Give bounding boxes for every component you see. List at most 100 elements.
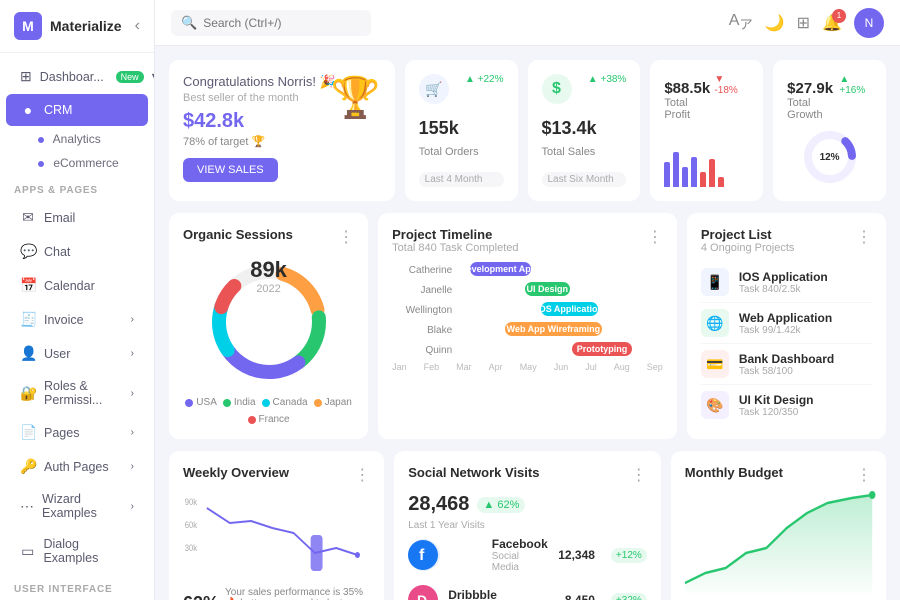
- congrats-card: Congratulations Norris! 🎉 Best seller of…: [169, 60, 395, 201]
- wizard-label: Wizard Examples: [42, 492, 123, 520]
- crm-label: CRM: [44, 103, 72, 117]
- sidebar-item-chat[interactable]: 💬 Chat: [6, 235, 148, 268]
- growth-change: ▲ +16%: [839, 74, 872, 96]
- search-input[interactable]: [203, 16, 343, 30]
- growth-donut-label: 12%: [820, 152, 840, 163]
- timeline-title: Project Timeline: [392, 227, 518, 242]
- roles-chevron: ›: [131, 388, 134, 399]
- web-project-name: Web Application: [739, 311, 832, 325]
- bar4: [691, 157, 697, 187]
- ios-project-info: IOS Application Task 840/2.5k: [739, 270, 828, 295]
- canada-dot: [262, 399, 270, 407]
- facebook-name: Facebook: [492, 537, 548, 551]
- sidebar-toggle[interactable]: ‹: [135, 17, 140, 35]
- gantt-row-3: Wellington IOS Application: [392, 302, 663, 318]
- sidebar: M Materialize ‹ ⊞ Dashboar... New ▾ ● CR…: [0, 0, 155, 600]
- gantt-label-4: Blake: [392, 325, 452, 336]
- sidebar-item-calendar[interactable]: 📅 Calendar: [6, 269, 148, 302]
- view-sales-button[interactable]: VIEW SALES: [183, 158, 278, 182]
- chat-icon: 💬: [20, 243, 36, 260]
- timeline-menu-icon[interactable]: ⋮: [647, 227, 663, 247]
- gantt-label-5: Quinn: [392, 345, 452, 356]
- gantt-bar-container-3: IOS Application: [460, 302, 663, 318]
- profit-label: Total Profit: [664, 97, 714, 121]
- sidebar-item-ecommerce[interactable]: eCommerce: [28, 151, 154, 175]
- budget-chart: [685, 493, 872, 583]
- sidebar-item-pages[interactable]: 📄 Pages ›: [6, 416, 148, 449]
- calendar-icon: 📅: [20, 277, 36, 294]
- facebook-svg: f: [408, 540, 438, 570]
- row2: Organic Sessions ⋮ 89k 202: [169, 213, 886, 439]
- analytics-submenu: Analytics eCommerce: [0, 127, 154, 175]
- gantt-bar-4: Web App Wireframing: [505, 322, 602, 336]
- sidebar-item-user[interactable]: 👤 User ›: [6, 337, 148, 370]
- header-actions: Aア 🌙 ⊞ 🔔 1 N: [729, 8, 884, 38]
- ecommerce-label: eCommerce: [53, 156, 118, 170]
- organic-menu-icon[interactable]: ⋮: [338, 227, 354, 247]
- notif-badge: 1: [832, 9, 846, 23]
- sidebar-item-invoice[interactable]: 🧾 Invoice ›: [6, 303, 148, 336]
- svg-text:f: f: [419, 547, 425, 564]
- weekly-title: Weekly Overview: [183, 465, 289, 480]
- growth-label: Total Growth: [787, 97, 839, 121]
- user-avatar[interactable]: N: [854, 8, 884, 38]
- bank-project-icon: 💳: [701, 350, 729, 378]
- calendar-label: Calendar: [44, 279, 95, 293]
- social-menu-icon[interactable]: ⋮: [631, 465, 647, 485]
- dribbble-name: Dribbble: [448, 588, 499, 600]
- moon-icon[interactable]: 🌙: [765, 13, 785, 33]
- bar5: [700, 172, 706, 187]
- weekly-footer: 62% Your sales performance is 35% 🔥 bett…: [183, 587, 370, 600]
- axis-jan: Jan: [392, 362, 407, 372]
- budget-menu-icon[interactable]: ⋮: [856, 465, 872, 485]
- gantt-bar-5: Prototyping: [572, 342, 633, 356]
- sidebar-item-wizard[interactable]: ⋯ Wizard Examples ›: [6, 484, 148, 528]
- france-dot: [248, 416, 256, 424]
- email-icon: ✉: [20, 209, 36, 226]
- sidebar-item-analytics[interactable]: Analytics: [28, 127, 154, 151]
- weekly-header: Weekly Overview ⋮: [183, 465, 370, 485]
- search-box[interactable]: 🔍: [171, 10, 371, 36]
- wizard-icon: ⋯: [20, 498, 34, 515]
- sidebar-item-crm[interactable]: ● CRM: [6, 94, 148, 126]
- pages-chevron: ›: [131, 427, 134, 438]
- dialog-label: Dialog Examples: [43, 537, 134, 565]
- gantt-bar-2: UI Design: [525, 282, 570, 296]
- gantt-chart: Catherine Development Apps Janelle UI De…: [392, 262, 663, 372]
- sidebar-item-dialog[interactable]: ▭ Dialog Examples: [6, 529, 148, 573]
- facebook-change: +12%: [611, 548, 647, 563]
- translate-icon[interactable]: Aア: [729, 12, 753, 33]
- trophy-icon: 🏆: [331, 74, 381, 121]
- japan-dot: [314, 399, 322, 407]
- india-dot: [223, 399, 231, 407]
- sales-label: Total Sales: [542, 146, 627, 158]
- sidebar-item-dashboard[interactable]: ⊞ Dashboar... New ▾: [6, 60, 148, 93]
- notification-icon[interactable]: 🔔 1: [822, 13, 842, 33]
- project-list-menu-icon[interactable]: ⋮: [856, 227, 872, 247]
- sidebar-item-email[interactable]: ✉ Email: [6, 201, 148, 234]
- axis-sep: Sep: [647, 362, 663, 372]
- organic-legend: USA India Canada Japan France: [183, 397, 354, 425]
- growth-value: $27.9k: [787, 80, 839, 97]
- stats-row: Congratulations Norris! 🎉 Best seller of…: [169, 60, 886, 201]
- analytics-label: Analytics: [53, 132, 101, 146]
- social-total-row: 28,468 ▲ 62%: [408, 493, 647, 516]
- bar6: [709, 159, 715, 187]
- bank-project-name: Bank Dashboard: [739, 352, 834, 366]
- sidebar-item-auth[interactable]: 🔑 Auth Pages ›: [6, 450, 148, 483]
- dashboard-badge: New: [116, 71, 144, 83]
- orders-label: Total Orders: [419, 146, 504, 158]
- logo-icon: M: [14, 12, 42, 40]
- bank-project-task: Task 58/100: [739, 366, 834, 377]
- dialog-icon: ▭: [20, 543, 35, 560]
- social-visits-card: Social Network Visits ⋮ 28,468 ▲ 62% Las…: [394, 451, 661, 600]
- weekly-menu-icon[interactable]: ⋮: [354, 465, 370, 485]
- grid-icon[interactable]: ⊞: [797, 13, 810, 33]
- orders-change: ▲ +22%: [465, 74, 504, 85]
- timeline-subtitle: Total 840 Task Completed: [392, 242, 518, 254]
- growth-donut: 12%: [787, 127, 872, 187]
- gantt-bar-3: IOS Application: [541, 302, 598, 316]
- pages-icon: 📄: [20, 424, 36, 441]
- monthly-budget-card: Monthly Budget ⋮: [671, 451, 886, 600]
- sidebar-item-roles[interactable]: 🔐 Roles & Permissi... ›: [6, 371, 148, 415]
